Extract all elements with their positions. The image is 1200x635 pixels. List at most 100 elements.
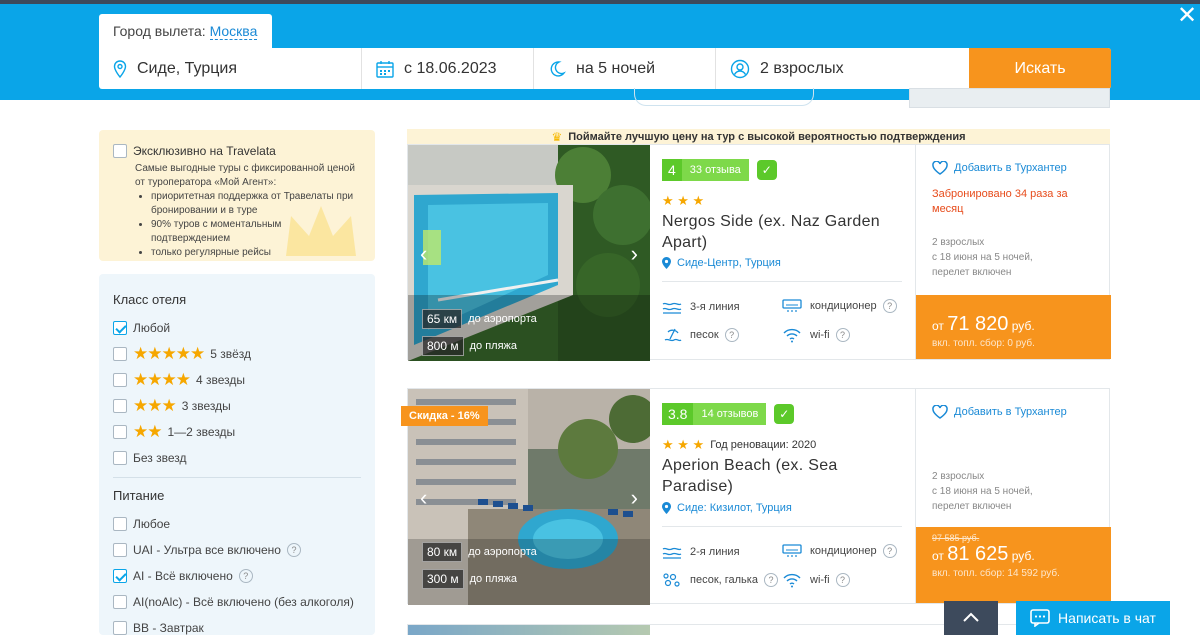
rating-score: 4 [662, 159, 682, 181]
photo-prev-arrow-icon[interactable]: ‹ [420, 241, 427, 267]
price-button[interactable]: 97 585 руб. от 81 625 руб. вкл. топл. сб… [916, 527, 1111, 603]
help-icon[interactable]: ? [724, 328, 739, 342]
airport-km: 65 км [422, 309, 463, 329]
food-option-ai[interactable]: AI - Всё включено? [113, 563, 361, 589]
travelers-field[interactable]: 2 взрослых [716, 48, 969, 89]
class-option-5-stars[interactable]: ★★★★★ 5 звёзд [113, 341, 361, 367]
sort-toggle[interactable] [634, 88, 814, 106]
help-icon[interactable]: ? [763, 573, 778, 587]
hotel-card[interactable]: ‹ › 80 км до аэропорта 300 м до пляжа Скид… [401, 388, 1111, 605]
class-option-3-stars[interactable]: ★★★ 3 звезды [113, 393, 361, 419]
beach-distance: 800 м до пляжа [422, 336, 517, 356]
checkbox[interactable] [113, 425, 127, 439]
beach-distance: 300 м до пляжа [422, 569, 517, 589]
checkbox[interactable] [113, 595, 127, 609]
checkbox[interactable] [113, 621, 127, 635]
option-label: 3 звезды [181, 399, 231, 413]
departure-city-link[interactable]: Москва [209, 23, 258, 40]
checkbox[interactable] [113, 399, 127, 413]
hotel-rating[interactable]: 3.8 14 отзывов ✓ [662, 403, 795, 425]
exclusive-checkbox[interactable] [113, 144, 127, 158]
airport-label: до аэропорта [468, 313, 537, 325]
chevron-up-icon [963, 612, 979, 622]
help-icon[interactable]: ? [882, 544, 897, 558]
hotel-name[interactable]: Aperion Beach (ex. Sea Paradise) [662, 455, 897, 497]
help-icon[interactable]: ? [882, 299, 897, 313]
close-button[interactable]: ✕ [1174, 4, 1200, 30]
airport-distance: 65 км до аэропорта [422, 309, 537, 329]
departure-city-tab[interactable]: Город вылета: Москва [99, 14, 272, 48]
checkbox[interactable] [113, 451, 127, 465]
food-title: Питание [113, 488, 165, 503]
class-option-4-stars[interactable]: ★★★★ 4 звезды [113, 367, 361, 393]
add-to-favorites-button[interactable]: Добавить в Турхантер [932, 405, 1067, 419]
nights-value: на 5 ночей [576, 59, 656, 77]
option-label: Без звезд [133, 451, 187, 465]
map-thumbnail[interactable] [909, 88, 1110, 108]
search-button[interactable]: Искать [969, 48, 1111, 89]
food-option-any[interactable]: Любое [113, 511, 361, 537]
date-field[interactable]: с 18.06.2023 [362, 48, 534, 89]
help-icon[interactable]: ? [286, 543, 301, 557]
divider [662, 526, 902, 527]
hotel-card-peek[interactable] [407, 624, 1110, 635]
price-button[interactable]: от 71 820 руб. вкл. топл. сбор: 0 руб. [916, 295, 1111, 359]
hotel-location[interactable]: Сиде: Кизилот, Турция [662, 502, 792, 514]
checkbox[interactable] [113, 347, 127, 361]
open-chat-button[interactable]: Написать в чат [1016, 601, 1170, 635]
hotel-card[interactable]: ‹ › 65 км до аэропорта 800 м до пляжа 4 33… [407, 144, 1111, 361]
checkbox[interactable] [113, 543, 127, 557]
scroll-up-button[interactable] [944, 601, 998, 635]
chat-label: Написать в чат [1058, 610, 1156, 626]
crown-watermark-icon [286, 206, 356, 256]
help-icon[interactable]: ? [835, 328, 850, 342]
feature-text: wi-fi [810, 329, 830, 341]
hotel-photo [408, 625, 650, 635]
photo-prev-arrow-icon[interactable]: ‹ [420, 485, 427, 511]
option-label: 4 звезды [195, 373, 245, 387]
location-pin-icon [113, 59, 127, 78]
feature-wifi: wi-fi ? [782, 572, 850, 588]
hotel-rating[interactable]: 4 33 отзыва ✓ [662, 159, 777, 181]
feature-line: 2-я линия [662, 544, 740, 560]
departure-label: Город вылета: [113, 23, 206, 39]
hotel-name[interactable]: Nergos Side (ex. Naz Garden Apart) [662, 211, 897, 253]
class-option-1-2-stars[interactable]: ★★ 1—2 звезды [113, 419, 361, 445]
food-option-ai-noalc[interactable]: AI(noAlc) - Всё включено (без алкоголя) [113, 589, 361, 615]
help-icon[interactable]: ? [835, 573, 850, 587]
window-edge [0, 0, 1200, 4]
tour-price: от 81 625 руб. [932, 543, 1095, 566]
exclusive-filter[interactable]: Эксклюзивно на Travelata [113, 144, 361, 158]
star-rating-icon: ★★★★ [133, 370, 191, 389]
tour-conditions: 2 взрослых с 18 июня на 5 ночей, перелет… [932, 469, 1033, 514]
add-to-favorites-button[interactable]: Добавить в Турхантер [932, 161, 1067, 175]
nights-field[interactable]: на 5 ночей [534, 48, 716, 89]
checkbox[interactable] [113, 569, 127, 583]
verified-check-icon: ✓ [756, 160, 777, 180]
photo-next-arrow-icon[interactable]: › [631, 485, 638, 511]
class-option-any[interactable]: Любой [113, 315, 361, 341]
cond-flight: перелет включен [932, 267, 1012, 278]
air-conditioner-icon [782, 544, 802, 557]
photo-next-arrow-icon[interactable]: › [631, 241, 638, 267]
food-option-uai[interactable]: UAI - Ультра все включено? [113, 537, 361, 563]
feature-beach: песок ? [662, 327, 739, 343]
checkbox[interactable] [113, 517, 127, 531]
help-icon[interactable]: ? [238, 569, 253, 583]
food-option-bb[interactable]: BB - Завтрак [113, 615, 361, 635]
travelers-value: 2 взрослых [760, 59, 844, 77]
reviews-count[interactable]: 14 отзывов [693, 403, 767, 425]
class-option-no-stars[interactable]: Без звезд [113, 445, 361, 471]
reviews-count[interactable]: 33 отзыва [681, 159, 749, 181]
hotel-location[interactable]: Сиде-Центр, Турция [662, 257, 781, 269]
exclusive-desc-text: Самые выгодные туры с фиксированной цено… [135, 163, 355, 188]
beach-icon [664, 328, 682, 342]
location-pin-icon [662, 257, 671, 269]
checkbox[interactable] [113, 373, 127, 387]
search-bar: Сиде, Турция с 18.06.2023 на 5 ночей 2 в… [99, 48, 1111, 89]
destination-field[interactable]: Сиде, Турция [99, 48, 362, 89]
chat-bubble-icon [1030, 609, 1050, 627]
checkbox[interactable] [113, 321, 127, 335]
star-rating-icon: ★★ [133, 422, 163, 441]
hotel-photo[interactable]: ‹ › 65 км до аэропорта 800 м до пляжа [408, 145, 650, 361]
